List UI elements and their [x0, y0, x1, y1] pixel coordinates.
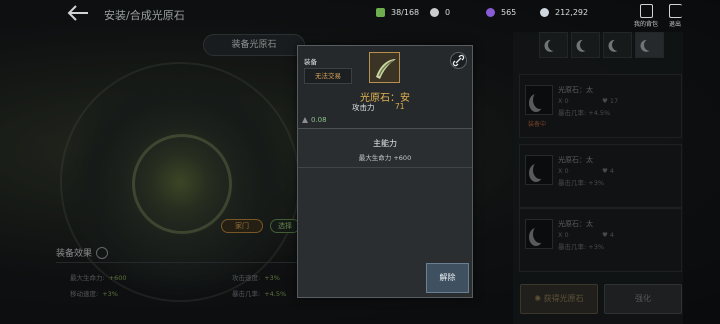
gem-icon	[486, 8, 495, 17]
stone-item-icon	[369, 52, 400, 83]
dismantle-button[interactable]: 解除	[426, 263, 469, 293]
main-ability-stat: 最大生命力 +600	[358, 154, 412, 162]
main-ability-title: 主能力	[373, 139, 397, 148]
link-icon[interactable]	[450, 52, 467, 69]
weight: 0.08	[302, 116, 327, 124]
top-bar: 安装/合成光原石 38/168 0 565 212,292 我的背包 退出	[0, 0, 720, 30]
attack-value: 71	[395, 102, 405, 111]
divider	[298, 128, 472, 129]
trade-status: 无法交易	[304, 68, 352, 84]
energy-icon	[540, 8, 549, 17]
bag-icon	[639, 4, 653, 18]
resource-bag: 38/168	[376, 8, 419, 17]
my-bag-button[interactable]: 我的背包	[632, 4, 660, 28]
breadcrumb: 安装/合成光原石	[104, 9, 185, 22]
item-tooltip: 装备 无法交易 光原石：安 攻击力 71 0.08 主能力 最大生命力 +600…	[297, 45, 473, 298]
item-name: 光原石：安	[360, 93, 410, 104]
resource-energy: 212,292	[540, 8, 588, 17]
resource-silver: 0	[430, 8, 450, 17]
weight-icon	[302, 117, 308, 123]
bag-icon	[376, 8, 385, 17]
exit-button[interactable]: 退出	[661, 4, 689, 28]
back-arrow-icon[interactable]	[66, 4, 90, 22]
resource-purple: 565	[486, 8, 516, 17]
exit-icon	[668, 4, 682, 18]
coin-icon	[430, 8, 439, 17]
divider	[298, 167, 472, 168]
attack-label: 攻击力	[352, 103, 375, 112]
equip-tag: 装备	[304, 58, 317, 66]
